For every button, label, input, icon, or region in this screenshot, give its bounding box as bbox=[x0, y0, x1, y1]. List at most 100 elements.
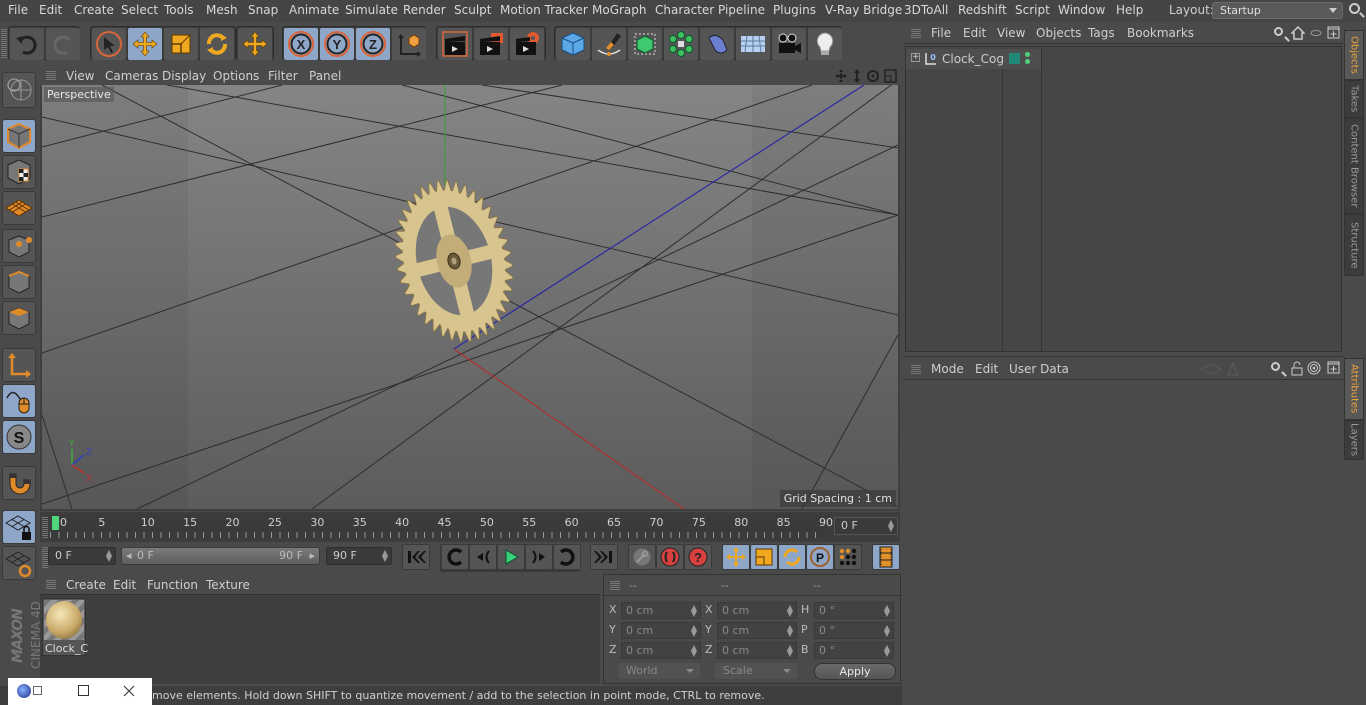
viewport-menu-display[interactable]: Display bbox=[162, 69, 206, 83]
spinner-icon[interactable]: ▲ ▼ bbox=[884, 624, 890, 638]
camera-label[interactable]: Perspective bbox=[44, 87, 114, 102]
eye-icon[interactable] bbox=[1310, 29, 1322, 37]
camera-button[interactable] bbox=[772, 28, 806, 60]
navigation-arrows-icon[interactable] bbox=[1199, 362, 1239, 376]
deformer-button[interactable] bbox=[700, 28, 734, 60]
maximize-view-icon[interactable] bbox=[884, 69, 897, 83]
polygons-mode-button[interactable] bbox=[2, 301, 36, 335]
key-rotation-button[interactable] bbox=[778, 544, 806, 570]
menu-snap[interactable]: Snap bbox=[248, 3, 278, 17]
tab-layers[interactable]: Layers bbox=[1344, 420, 1364, 460]
current-frame-marker[interactable] bbox=[52, 516, 59, 530]
apply-button[interactable]: Apply bbox=[814, 663, 896, 680]
new-window-icon[interactable] bbox=[1327, 26, 1340, 39]
menu-mesh[interactable]: Mesh bbox=[206, 3, 238, 17]
tab-content-browser[interactable]: Content Browser bbox=[1344, 118, 1364, 214]
menu-simulate[interactable]: Simulate bbox=[345, 3, 398, 17]
am-menu-edit[interactable]: Edit bbox=[975, 362, 998, 376]
menu-select[interactable]: Select bbox=[121, 3, 158, 17]
attribute-manager-grip[interactable] bbox=[911, 364, 921, 374]
z-axis-button[interactable]: Z bbox=[356, 28, 390, 60]
clock-cog-model[interactable] bbox=[379, 168, 529, 355]
light-button[interactable] bbox=[808, 28, 842, 60]
viewport-menu-filter[interactable]: Filter bbox=[268, 69, 298, 83]
menu-plugins[interactable]: Plugins bbox=[773, 3, 816, 17]
cloner-button[interactable] bbox=[664, 28, 698, 60]
previous-frame-button[interactable] bbox=[469, 544, 497, 570]
coordinate-space-select[interactable]: World bbox=[618, 663, 700, 679]
tab-attributes[interactable]: Attributes bbox=[1344, 358, 1364, 420]
spinner-icon[interactable]: ▲ ▼ bbox=[787, 624, 793, 638]
viewport-menu-cameras[interactable]: Cameras bbox=[105, 69, 158, 83]
rotation-field[interactable]: 0 ° ▲ ▼ bbox=[814, 622, 894, 639]
floor-button[interactable] bbox=[736, 28, 770, 60]
size-field[interactable]: 0 cm ▲ ▼ bbox=[717, 602, 797, 619]
zoom-view-icon[interactable] bbox=[854, 69, 860, 83]
axis-button[interactable] bbox=[2, 348, 36, 382]
menu-vray-bridge[interactable]: V-Ray Bridge bbox=[825, 3, 902, 17]
key-help-button[interactable]: ? bbox=[684, 544, 712, 570]
spinner-icon[interactable]: ▲ ▼ bbox=[787, 604, 793, 618]
expand-icon[interactable]: + bbox=[911, 53, 920, 62]
size-field[interactable]: 0 cm ▲ ▼ bbox=[717, 642, 797, 659]
menu-window[interactable]: Window bbox=[1058, 3, 1105, 17]
new-window-icon[interactable] bbox=[1327, 361, 1340, 374]
cube-button[interactable] bbox=[556, 28, 590, 60]
previous-key-button[interactable] bbox=[441, 544, 469, 570]
spinner-icon[interactable]: ▲ ▼ bbox=[382, 549, 388, 563]
go-to-start-button[interactable] bbox=[402, 544, 430, 570]
pen-button[interactable] bbox=[592, 28, 626, 60]
timeline-grip[interactable] bbox=[42, 516, 48, 538]
y-axis-button[interactable]: Y bbox=[320, 28, 354, 60]
go-to-end-button[interactable] bbox=[590, 544, 618, 570]
texture-mode-button[interactable] bbox=[2, 155, 36, 189]
spinner-icon[interactable]: ▲ ▼ bbox=[691, 644, 697, 658]
viewport-menu-panel[interactable]: Panel bbox=[309, 69, 341, 83]
render-view-button[interactable] bbox=[438, 28, 472, 60]
viewport-menu-options[interactable]: Options bbox=[213, 69, 259, 83]
spinner-icon[interactable]: ▲ ▼ bbox=[106, 549, 112, 563]
om-menu-view[interactable]: View bbox=[997, 26, 1025, 40]
menu-script[interactable]: Script bbox=[1015, 3, 1050, 17]
autokey-button[interactable] bbox=[656, 544, 684, 570]
key-parameter-button[interactable]: P bbox=[806, 544, 834, 570]
coordinates-grip[interactable] bbox=[610, 580, 620, 590]
rotation-field[interactable]: 0 ° ▲ ▼ bbox=[814, 642, 894, 659]
tweak-button[interactable] bbox=[2, 384, 36, 418]
end-frame-field[interactable]: 90 F ▲ ▼ bbox=[326, 547, 392, 565]
material-menu-edit[interactable]: Edit bbox=[113, 578, 136, 592]
workplane-align-button[interactable] bbox=[2, 546, 36, 580]
points-mode-button[interactable] bbox=[2, 229, 36, 263]
position-field[interactable]: 0 cm ▲ ▼ bbox=[621, 642, 701, 659]
toolbar-grip[interactable] bbox=[1, 28, 7, 58]
am-menu-user-data[interactable]: User Data bbox=[1009, 362, 1069, 376]
menu-create[interactable]: Create bbox=[74, 3, 114, 17]
cinema4d-app-icon[interactable] bbox=[17, 684, 31, 698]
range-left-arrow-icon[interactable]: ◂ bbox=[126, 548, 132, 564]
3d-viewport[interactable]: Y Z X Perspective Grid Spacing : 1 cm bbox=[42, 85, 898, 509]
undo-button[interactable] bbox=[10, 28, 44, 60]
model-mode-button[interactable] bbox=[2, 119, 36, 153]
next-frame-button[interactable] bbox=[525, 544, 553, 570]
spinner-icon[interactable]: ▲ ▼ bbox=[787, 644, 793, 658]
move-button[interactable] bbox=[128, 28, 162, 60]
make-editable-button[interactable] bbox=[2, 72, 36, 108]
menu-motion-tracker[interactable]: Motion Tracker bbox=[500, 3, 588, 17]
position-field[interactable]: 0 cm ▲ ▼ bbox=[621, 622, 701, 639]
menu-character[interactable]: Character bbox=[655, 3, 714, 17]
key-position-button[interactable] bbox=[722, 544, 750, 570]
pan-icon[interactable] bbox=[835, 69, 847, 83]
keyframe-selection-button[interactable] bbox=[628, 544, 656, 570]
menu-sculpt[interactable]: Sculpt bbox=[454, 3, 491, 17]
key-pla-button[interactable] bbox=[834, 544, 862, 570]
home-icon[interactable] bbox=[1291, 26, 1305, 40]
key-scale-button[interactable] bbox=[750, 544, 778, 570]
search-icon[interactable] bbox=[1271, 362, 1280, 371]
render-settings-button[interactable] bbox=[510, 28, 544, 60]
timeline-ruler[interactable]: 0 5 10 15 20 25 30 35 40 45 50 55 60 65 70 75 80 85 90 bbox=[50, 514, 833, 538]
menu-tools[interactable]: Tools bbox=[164, 3, 194, 17]
workplane-lock-button[interactable] bbox=[2, 510, 36, 544]
om-menu-tags[interactable]: Tags bbox=[1088, 26, 1115, 40]
menu-file[interactable]: File bbox=[8, 3, 28, 17]
object-name[interactable]: Clock_Cog bbox=[942, 52, 1004, 66]
